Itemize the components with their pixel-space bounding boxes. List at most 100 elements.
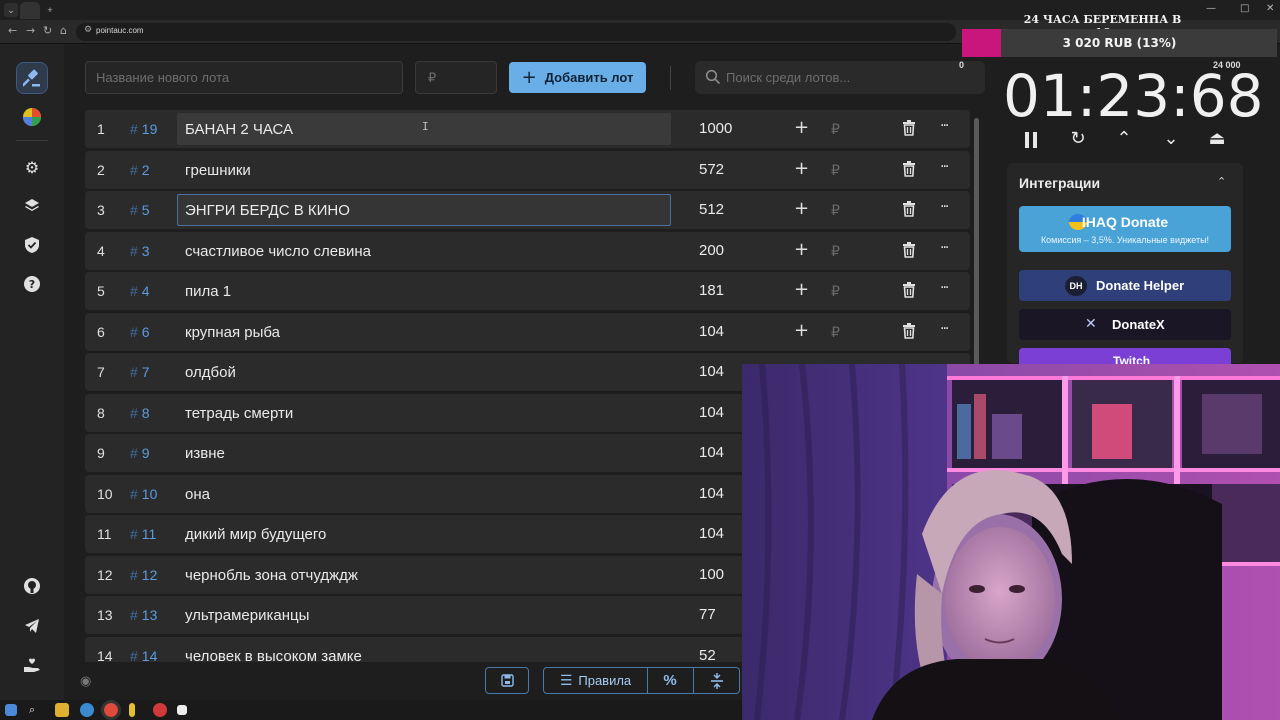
url-field[interactable] bbox=[76, 23, 956, 41]
tab-search-icon[interactable]: ⌄ bbox=[4, 3, 18, 17]
home-icon[interactable]: ⌂ bbox=[60, 24, 67, 37]
wheel-icon[interactable] bbox=[16, 101, 48, 133]
lot-amount[interactable]: 77 bbox=[699, 606, 716, 623]
add-time-chevron-up-icon[interactable]: ⌃ bbox=[1112, 128, 1136, 152]
lot-name-field[interactable]: чернобль зона отчудждж bbox=[177, 559, 671, 591]
obs-icon[interactable] bbox=[153, 703, 167, 717]
delete-trash-icon[interactable] bbox=[902, 322, 916, 344]
browser-tab[interactable] bbox=[20, 2, 40, 19]
lot-amount[interactable]: 104 bbox=[699, 525, 724, 542]
lot-row[interactable]: 6 #6 крупная рыба 104 + ₽ ··· bbox=[85, 312, 970, 351]
lot-amount[interactable]: 572 bbox=[699, 161, 724, 178]
lot-amount[interactable]: 104 bbox=[699, 323, 724, 340]
subtract-time-chevron-down-icon[interactable]: ⌄ bbox=[1159, 128, 1183, 152]
add-amount-icon[interactable]: + bbox=[794, 320, 809, 341]
file-explorer-icon[interactable] bbox=[55, 703, 69, 717]
lot-amount[interactable]: 104 bbox=[699, 485, 724, 502]
maximize-icon[interactable]: □ bbox=[1240, 3, 1249, 14]
lot-amount[interactable]: 104 bbox=[699, 444, 724, 461]
lot-name-field[interactable]: счастливое число слевина bbox=[177, 235, 671, 267]
lot-name-field[interactable]: ЭНГРИ БЕРДС В КИНО bbox=[177, 194, 671, 226]
more-options-icon[interactable]: ··· bbox=[940, 238, 949, 258]
add-amount-icon[interactable]: + bbox=[794, 199, 809, 219]
lot-amount[interactable]: 104 bbox=[699, 404, 724, 421]
more-options-icon[interactable]: ··· bbox=[940, 319, 949, 339]
ruble-icon[interactable]: ₽ bbox=[831, 323, 840, 343]
back-icon[interactable]: ← bbox=[8, 24, 17, 37]
restart-icon[interactable]: ↻ bbox=[1066, 128, 1090, 152]
lot-name-field[interactable]: ультрамериканцы bbox=[177, 599, 671, 631]
minimize-icon[interactable]: — bbox=[1206, 3, 1216, 14]
more-options-icon[interactable]: ··· bbox=[940, 116, 949, 136]
more-options-icon[interactable]: ··· bbox=[940, 278, 949, 298]
compress-button[interactable] bbox=[693, 667, 740, 694]
lot-amount[interactable]: 52 bbox=[699, 647, 716, 663]
collapse-chevron-icon[interactable]: ⌃ bbox=[1217, 175, 1226, 188]
add-lot-button[interactable]: + Добавить лот bbox=[509, 62, 646, 93]
lot-name-field[interactable]: пила 1 bbox=[177, 275, 671, 307]
lot-row[interactable]: 2 #2 грешники 572 + ₽ ··· bbox=[85, 150, 970, 189]
ruble-icon[interactable]: ₽ bbox=[831, 242, 840, 262]
add-amount-icon[interactable]: + bbox=[794, 239, 809, 260]
lot-amount[interactable]: 200 bbox=[699, 242, 724, 259]
telegram-icon[interactable] bbox=[16, 610, 48, 642]
app2-icon[interactable] bbox=[177, 705, 187, 715]
lot-name-field[interactable]: она bbox=[177, 478, 671, 510]
delete-trash-icon[interactable] bbox=[902, 160, 916, 182]
start-icon[interactable] bbox=[5, 704, 17, 716]
close-window-icon[interactable]: ✕ bbox=[1266, 3, 1274, 14]
reload-icon[interactable]: ↻ bbox=[43, 24, 52, 37]
lot-name-field[interactable]: тетрадь смерти bbox=[177, 397, 671, 429]
donate-helper-button[interactable]: DH Donate Helper bbox=[1019, 270, 1231, 301]
lot-row[interactable]: 4 #3 счастливое число слевина 200 + ₽ ··· bbox=[85, 231, 970, 270]
delete-trash-icon[interactable] bbox=[902, 282, 916, 303]
app-icon[interactable] bbox=[129, 703, 135, 717]
shield-check-icon[interactable] bbox=[16, 229, 48, 261]
lot-row[interactable]: 1 #19 БАНАН 2 ЧАСА I 1000 + ₽ ··· bbox=[85, 110, 970, 148]
add-amount-icon[interactable]: + bbox=[794, 118, 809, 138]
github-icon[interactable] bbox=[16, 570, 48, 602]
new-lot-name-input[interactable] bbox=[85, 61, 403, 94]
donate-hand-icon[interactable] bbox=[16, 649, 48, 681]
ruble-icon[interactable]: ₽ bbox=[831, 120, 840, 140]
forward-icon[interactable]: → bbox=[26, 24, 35, 37]
rules-button[interactable]: ☰ Правила bbox=[543, 667, 648, 694]
lot-name-field[interactable]: олдбой bbox=[177, 356, 671, 388]
help-icon[interactable]: ? bbox=[16, 268, 48, 300]
site-info-icon[interactable]: ⚙ bbox=[84, 25, 92, 35]
lot-row[interactable]: 5 #4 пила 1 181 + ₽ ··· bbox=[85, 272, 970, 310]
lot-amount[interactable]: 104 bbox=[699, 363, 724, 380]
lot-amount[interactable]: 100 bbox=[699, 566, 724, 583]
edge-icon[interactable] bbox=[80, 703, 94, 717]
new-tab-icon[interactable]: + bbox=[43, 3, 57, 17]
settings-gear-icon[interactable]: ⚙ bbox=[16, 151, 48, 183]
visibility-eye-icon[interactable]: ◉ bbox=[80, 674, 91, 689]
ihaq-donate-button[interactable]: IHAQ Donate Комиссия – 3,5%. Уникальные … bbox=[1019, 206, 1231, 252]
pause-icon[interactable] bbox=[1019, 128, 1043, 152]
add-amount-icon[interactable]: + bbox=[794, 158, 809, 179]
save-button[interactable] bbox=[485, 667, 529, 694]
lot-amount[interactable]: 512 bbox=[699, 201, 724, 218]
double-time-icon[interactable]: ⏏ bbox=[1205, 128, 1229, 152]
lot-amount[interactable]: 181 bbox=[699, 282, 724, 299]
lot-name-field[interactable]: грешники bbox=[177, 154, 671, 186]
delete-trash-icon[interactable] bbox=[902, 120, 916, 141]
taskbar-search-icon[interactable]: ⌕ bbox=[29, 703, 43, 717]
chrome-icon[interactable] bbox=[101, 700, 121, 720]
lot-name-field[interactable]: крупная рыба bbox=[177, 316, 671, 348]
lot-name-field[interactable]: дикий мир будущего bbox=[177, 518, 671, 550]
ruble-icon[interactable]: ₽ bbox=[831, 161, 840, 181]
more-options-icon[interactable]: ··· bbox=[940, 197, 949, 217]
lot-name-field[interactable]: человек в высоком замке bbox=[177, 640, 671, 663]
add-amount-icon[interactable]: + bbox=[794, 280, 809, 300]
ruble-icon[interactable]: ₽ bbox=[831, 201, 840, 221]
auction-gavel-icon[interactable] bbox=[16, 62, 48, 94]
lot-row[interactable]: 3 #5 ЭНГРИ БЕРДС В КИНО 512 + ₽ ··· bbox=[85, 191, 970, 229]
lot-name-field[interactable]: извне bbox=[177, 437, 671, 469]
ruble-icon[interactable]: ₽ bbox=[831, 282, 840, 302]
delete-trash-icon[interactable] bbox=[902, 201, 916, 222]
delete-trash-icon[interactable] bbox=[902, 241, 916, 263]
more-options-icon[interactable]: ··· bbox=[940, 157, 949, 177]
lot-amount[interactable]: 1000 bbox=[699, 120, 732, 137]
new-lot-price-input[interactable] bbox=[415, 61, 497, 94]
